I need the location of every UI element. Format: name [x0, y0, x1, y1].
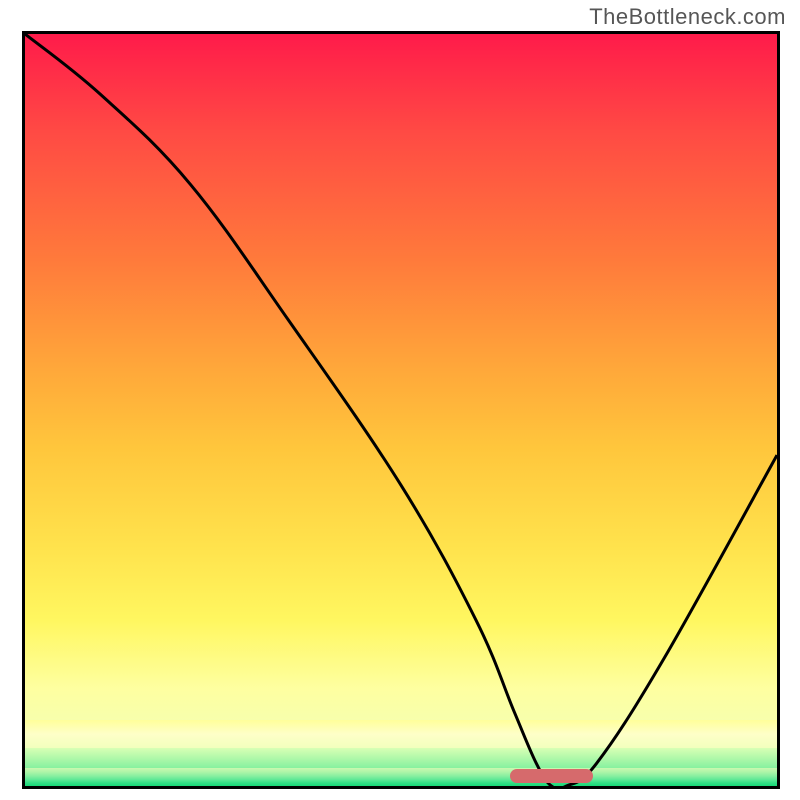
chart-container: TheBottleneck.com — [0, 0, 800, 800]
plot-area — [22, 31, 780, 789]
optimal-range-marker — [510, 769, 593, 783]
line-curve — [25, 34, 777, 786]
attribution-label: TheBottleneck.com — [589, 4, 786, 30]
